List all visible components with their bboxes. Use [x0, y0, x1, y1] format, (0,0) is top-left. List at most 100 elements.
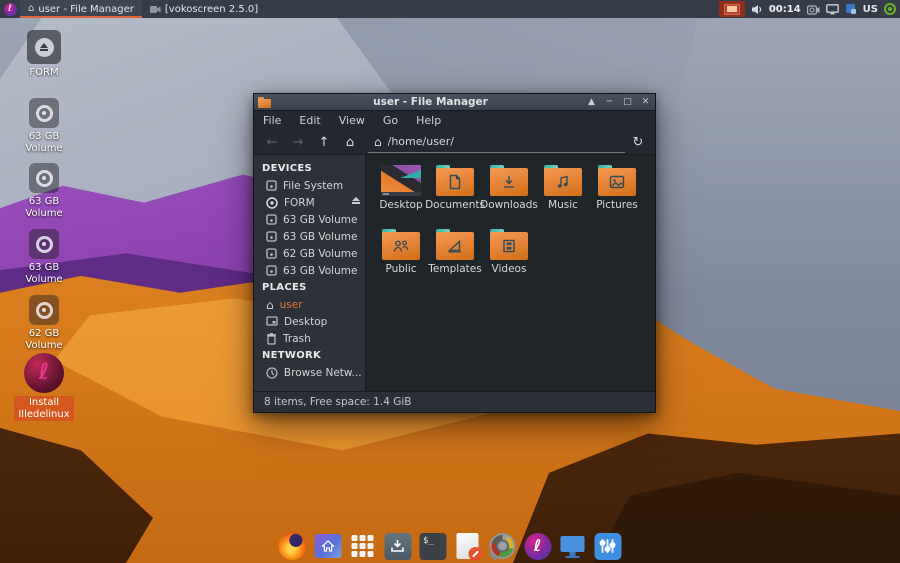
desktop-icon-label: 63 GB Volume [14, 196, 74, 219]
pictures-folder-icon [598, 165, 636, 196]
panel-tray: 00:14 US [719, 1, 900, 17]
terminal-icon: $_ [419, 533, 446, 560]
desktop-icon-form[interactable]: FORM [14, 30, 74, 79]
file-item-templates[interactable]: Templates [428, 227, 482, 289]
sidebar-header-network: NETWORK [254, 347, 365, 364]
file-item-music[interactable]: Music [536, 163, 590, 225]
back-button[interactable]: ← [260, 132, 284, 152]
illedelinux-logo-icon: ℓ [524, 533, 551, 560]
status-text: 8 items, Free space: 1.4 GiB [264, 396, 411, 408]
taskbar-item-file-manager[interactable]: ⌂ user - File Manager [20, 0, 142, 18]
disk-usage-icon [490, 533, 516, 559]
disk-volume-icon [29, 98, 59, 128]
record-icon [724, 4, 740, 15]
file-item-pictures[interactable]: Pictures [590, 163, 644, 225]
dock-disk-utility[interactable] [489, 532, 517, 560]
document-icon [457, 533, 479, 559]
desktop-icon-label: Install Illedelinux [14, 396, 74, 421]
dock-illedelinux-installer[interactable]: ℓ [524, 532, 552, 560]
usb-drive-icon [27, 30, 61, 64]
close-button[interactable]: ✕ [640, 98, 651, 107]
file-item-public[interactable]: Public [374, 227, 428, 289]
menu-view[interactable]: View [330, 111, 374, 130]
path-bar[interactable]: ⌂ /home/user/ [368, 131, 625, 153]
sidebar-item-volume-4[interactable]: 63 GB Volume [254, 262, 365, 279]
desktop-icon-label: 63 GB Volume [14, 262, 74, 285]
display-tray-icon[interactable] [826, 4, 839, 15]
drive-icon [266, 180, 277, 191]
shade-window-button[interactable]: ▲ [586, 98, 597, 107]
home-button[interactable]: ⌂ [338, 132, 362, 152]
menu-help[interactable]: Help [407, 111, 450, 130]
sidebar-item-form[interactable]: FORM [254, 194, 365, 211]
sidebar-item-browse-network[interactable]: Browse Netw... [254, 364, 365, 381]
desktop-icon-volume-1[interactable]: 63 GB Volume [14, 98, 74, 154]
taskbar-item-label: [vokoscreen 2.5.0] [165, 4, 258, 15]
trash-icon [266, 333, 277, 345]
minimize-button[interactable]: ─ [604, 98, 615, 107]
disc-icon [266, 197, 278, 209]
app-grid-icon [352, 535, 374, 557]
desktop-icon-install-illedelinux[interactable]: ℓ Install Illedelinux [14, 353, 74, 421]
sidebar-item-volume-3[interactable]: 62 GB Volume [254, 245, 365, 262]
session-power-icon[interactable] [884, 3, 896, 15]
dock-display-settings[interactable] [559, 532, 587, 560]
maximize-button[interactable]: □ [622, 98, 633, 107]
file-manager-window: user - File Manager ▲ ─ □ ✕ File Edit Vi… [253, 93, 656, 413]
dock-firefox[interactable] [279, 532, 307, 560]
sidebar-header-places: PLACES [254, 279, 365, 296]
sidebar-item-volume-1[interactable]: 63 GB Volume [254, 211, 365, 228]
menubar: File Edit View Go Help [254, 111, 655, 130]
dock-package-installer[interactable] [384, 532, 412, 560]
window-titlebar[interactable]: user - File Manager ▲ ─ □ ✕ [254, 94, 655, 111]
toolbar: ← → ↑ ⌂ ⌂ /home/user/ ↻ [254, 130, 655, 155]
recording-indicator[interactable] [719, 1, 745, 17]
path-text: /home/user/ [388, 135, 454, 148]
volume-icon[interactable] [751, 4, 763, 15]
clock[interactable]: 00:14 [769, 4, 801, 15]
desktop-icon-label: 62 GB Volume [14, 328, 74, 351]
file-item-documents[interactable]: Documents [428, 163, 482, 225]
file-item-videos[interactable]: Videos [482, 227, 536, 289]
forward-button[interactable]: → [286, 132, 310, 152]
dock: $_ ℓ [279, 532, 622, 560]
dock-app-grid[interactable] [349, 532, 377, 560]
reload-button[interactable]: ↻ [627, 132, 649, 152]
desktop-folder-thumbnail-icon [381, 165, 421, 196]
file-item-desktop[interactable]: Desktop [374, 163, 428, 225]
videos-folder-icon [490, 229, 528, 260]
home-icon: ⌂ [28, 4, 34, 14]
desktop-icon-volume-4[interactable]: 62 GB Volume [14, 295, 74, 351]
file-item-downloads[interactable]: Downloads [482, 163, 536, 225]
keyboard-layout-indicator[interactable]: US [863, 4, 878, 15]
menu-go[interactable]: Go [374, 111, 407, 130]
drive-icon [266, 265, 277, 276]
vokoscreen-tray-icon[interactable] [807, 4, 820, 15]
drive-icon [266, 248, 277, 259]
sidebar-item-desktop[interactable]: Desktop [254, 313, 365, 330]
menu-edit[interactable]: Edit [290, 111, 329, 130]
desktop-icon-volume-2[interactable]: 63 GB Volume [14, 163, 74, 219]
dock-text-editor[interactable] [454, 532, 482, 560]
folder-icon [258, 97, 271, 108]
menu-file[interactable]: File [254, 111, 290, 130]
taskbar-item-vokoscreen[interactable]: [vokoscreen 2.5.0] [142, 0, 266, 18]
illedelinux-logo-icon: ℓ [24, 353, 64, 393]
eject-button[interactable] [352, 197, 360, 204]
dock-file-manager[interactable] [314, 532, 342, 560]
sidebar-item-file-system[interactable]: File System [254, 177, 365, 194]
sidebar-item-user[interactable]: ⌂ user [254, 296, 365, 313]
monitor-icon [560, 533, 586, 559]
sidebar-item-trash[interactable]: Trash [254, 330, 365, 347]
distro-logo-icon: ℓ [4, 3, 17, 16]
sidebar-item-volume-2[interactable]: 63 GB Volume [254, 228, 365, 245]
dock-terminal[interactable]: $_ [419, 532, 447, 560]
documents-folder-icon [436, 165, 474, 196]
templates-folder-icon [436, 229, 474, 260]
network-tray-icon[interactable] [845, 3, 857, 15]
up-button[interactable]: ↑ [312, 132, 336, 152]
dock-settings-mixer[interactable] [594, 532, 622, 560]
edit-badge-icon [469, 547, 483, 561]
desktop-icon-volume-3[interactable]: 63 GB Volume [14, 229, 74, 285]
applications-menu-button[interactable]: ℓ [0, 0, 20, 18]
